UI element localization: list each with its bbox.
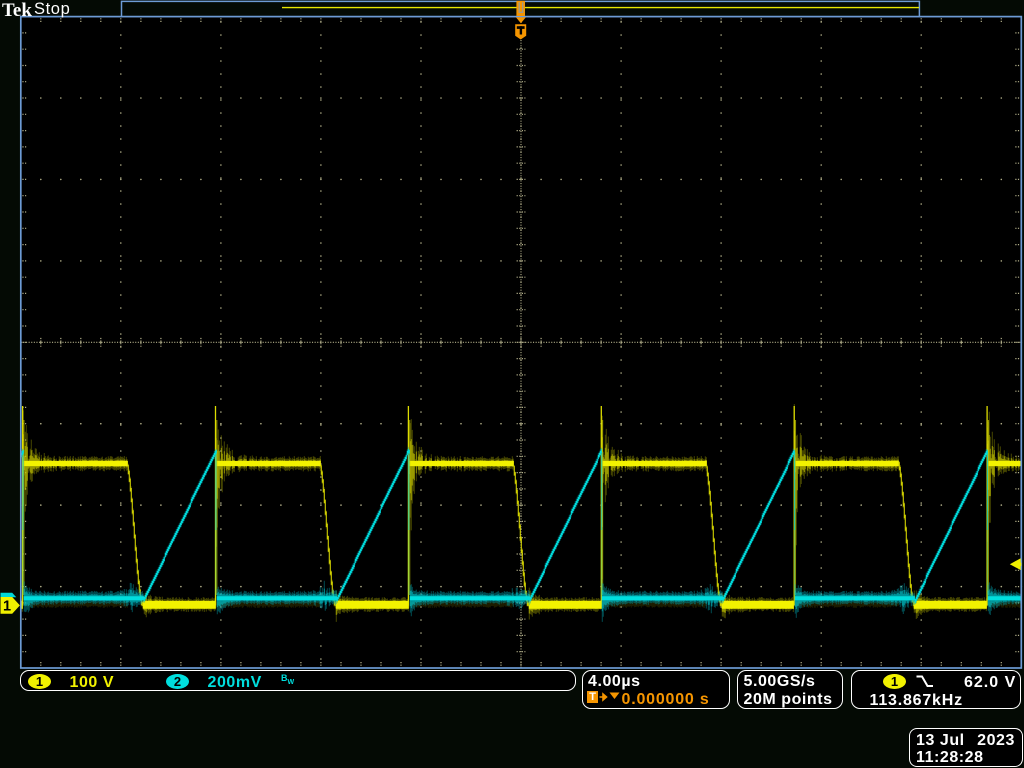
- svg-text:1: 1: [3, 599, 11, 615]
